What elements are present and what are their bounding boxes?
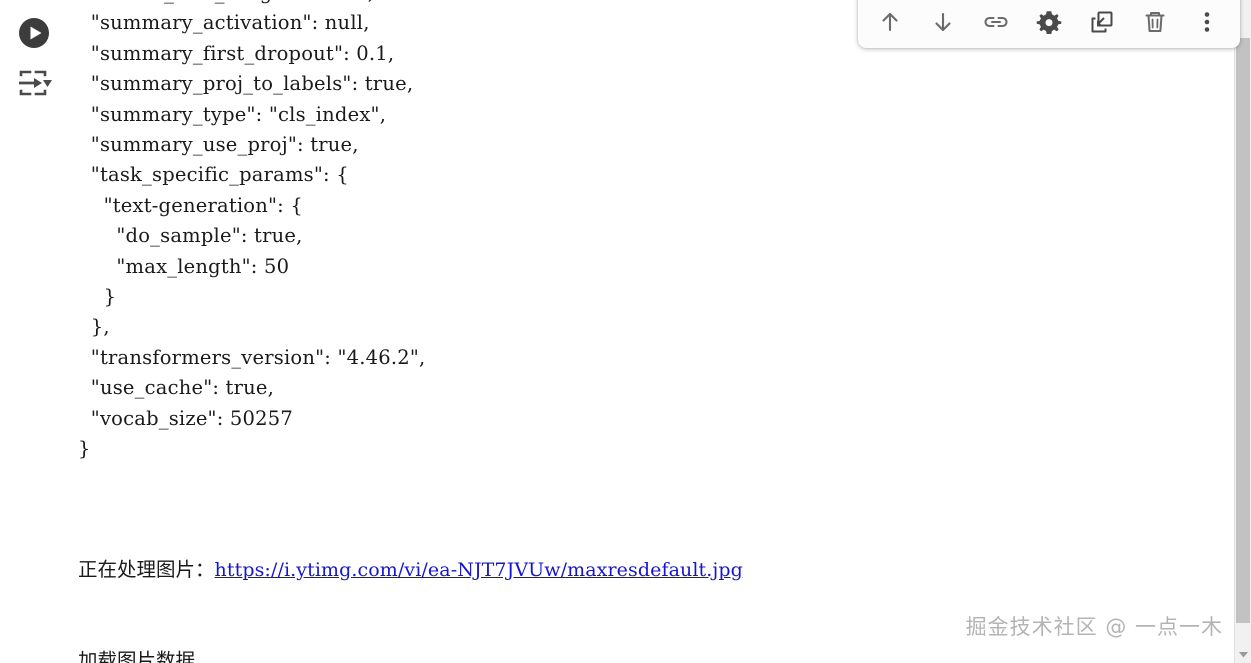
vertical-scrollbar[interactable]: [1234, 0, 1251, 663]
cell-output-area: "scale_attn_weights": true, "summary_act…: [70, 0, 1225, 663]
run-advance-icon: [19, 70, 52, 96]
gear-icon: [1036, 11, 1062, 34]
arrow-down-icon: [935, 12, 951, 32]
open-in-new-icon: [1091, 11, 1113, 33]
watermark-text: 掘金技术社区 @ 一点一木: [965, 615, 1223, 639]
chevron-down-icon: [1238, 652, 1248, 658]
scrollbar-thumb[interactable]: [1236, 38, 1250, 623]
open-output-in-new-view-button[interactable]: [1082, 2, 1122, 42]
notebook-output-canvas: "scale_attn_weights": true, "summary_act…: [0, 0, 1251, 663]
trash-icon: [1145, 12, 1165, 32]
log-line-processing-label: 正在处理图片：: [78, 557, 215, 581]
cell-settings-button[interactable]: [1029, 2, 1069, 42]
log-line-loading: 加载图片数据...: [78, 649, 214, 663]
run-cell-button[interactable]: [15, 14, 53, 52]
copy-link-button[interactable]: [976, 2, 1016, 42]
delete-cell-button[interactable]: [1135, 2, 1175, 42]
more-cell-actions-button[interactable]: [1187, 2, 1227, 42]
run-cell-and-advance-button[interactable]: [15, 64, 53, 102]
cell-toolbar: [858, 0, 1240, 48]
log-line-processing: 正在处理图片：https://i.ytimg.com/vi/ea-NJT7JVU…: [78, 555, 743, 585]
link-icon: [984, 16, 1008, 28]
play-circle-icon: [19, 18, 49, 48]
log-output: 正在处理图片：https://i.ytimg.com/vi/ea-NJT7JVU…: [78, 494, 743, 663]
json-config-output: "scale_attn_weights": true, "summary_act…: [78, 0, 426, 461]
move-cell-down-button[interactable]: [923, 2, 963, 42]
cell-gutter: [0, 0, 70, 663]
image-url-link[interactable]: https://i.ytimg.com/vi/ea-NJT7JVUw/maxre…: [215, 559, 743, 581]
move-cell-up-button[interactable]: [870, 2, 910, 42]
more-options-icon: [1205, 12, 1210, 32]
scroll-down-arrow-button[interactable]: [1235, 646, 1251, 663]
arrow-up-icon: [882, 12, 898, 32]
